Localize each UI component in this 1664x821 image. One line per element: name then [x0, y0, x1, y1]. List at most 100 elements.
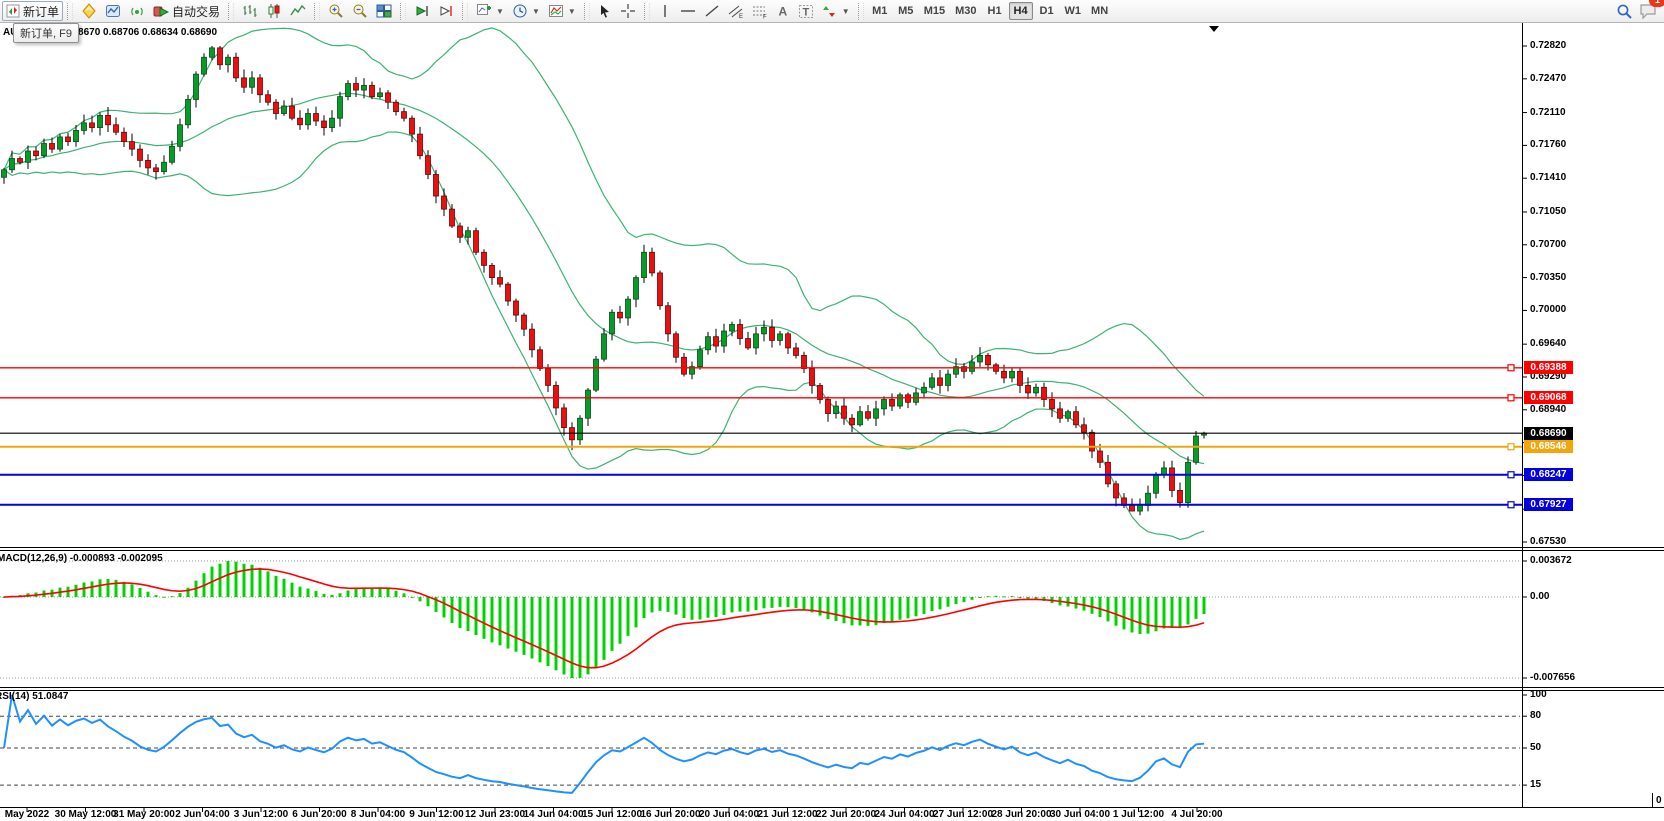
candle-down	[242, 78, 247, 87]
candle-down	[234, 57, 239, 78]
candle-up	[74, 130, 79, 141]
macd-histogram-bar	[1123, 597, 1126, 629]
candle-down	[530, 329, 535, 350]
macd-histogram-bar	[1203, 597, 1206, 614]
candle-down	[802, 355, 807, 368]
candle-down	[1018, 371, 1023, 385]
candle-down	[506, 284, 511, 301]
candle-up	[170, 146, 175, 162]
candle-down	[106, 115, 111, 124]
macd-histogram-bar	[515, 597, 518, 652]
candle-down	[290, 106, 295, 118]
macd-histogram-bar	[1003, 596, 1006, 597]
hline-endpoint-marker[interactable]	[1508, 502, 1514, 508]
macd-histogram-bar	[555, 597, 558, 670]
macd-histogram-bar	[307, 589, 310, 597]
candle-down	[682, 357, 687, 374]
candle-up	[834, 406, 839, 414]
candle-down	[674, 334, 679, 357]
macd-histogram-bar	[1187, 597, 1190, 624]
macd-histogram-bar	[827, 597, 830, 619]
candle-down	[122, 132, 127, 141]
candle-up	[762, 327, 767, 334]
macd-histogram-bar	[723, 597, 726, 615]
macd-histogram-bar	[971, 597, 974, 600]
macd-histogram-bar	[739, 597, 742, 612]
macd-histogram-bar	[355, 589, 358, 597]
hline-endpoint-marker[interactable]	[1508, 472, 1514, 478]
chart-shift-marker[interactable]	[1209, 26, 1219, 32]
candle-up	[946, 374, 951, 385]
macd-histogram-bar	[539, 597, 542, 662]
macd-histogram-bar	[451, 597, 454, 623]
candle-up	[594, 359, 599, 390]
candle-up	[930, 378, 935, 387]
macd-histogram-bar	[707, 597, 710, 618]
macd-histogram-bar	[635, 597, 638, 627]
candle-down	[154, 168, 159, 172]
chart-canvas[interactable]	[0, 0, 1664, 821]
candle-up	[338, 97, 343, 119]
macd-histogram-bar	[587, 597, 590, 674]
candle-down	[794, 348, 799, 356]
macd-histogram-bar	[283, 579, 286, 597]
candle-up	[98, 115, 103, 127]
macd-histogram-bar	[227, 561, 230, 597]
candle-up	[1162, 468, 1167, 475]
hline-endpoint-marker[interactable]	[1508, 395, 1514, 401]
macd-histogram-bar	[659, 597, 662, 611]
macd-histogram-bar	[1083, 597, 1086, 611]
candle-down	[1130, 505, 1135, 511]
candle-up	[1146, 493, 1151, 505]
candle-down	[562, 408, 567, 428]
macd-histogram-bar	[387, 589, 390, 597]
candle-down	[450, 209, 455, 226]
candle-up	[194, 74, 199, 99]
macd-histogram-bar	[787, 597, 790, 607]
macd-histogram-bar	[819, 597, 822, 616]
candle-up	[602, 334, 607, 359]
candle-up	[578, 418, 583, 440]
hline-endpoint-marker[interactable]	[1508, 365, 1514, 371]
candle-down	[90, 123, 95, 128]
macd-histogram-bar	[627, 597, 630, 636]
macd-histogram-bar	[675, 597, 678, 615]
candle-up	[874, 409, 879, 418]
candle-up	[610, 312, 615, 334]
candle-up	[58, 137, 63, 149]
macd-histogram-bar	[795, 597, 798, 608]
candle-up	[706, 337, 711, 350]
hline-endpoint-marker[interactable]	[1508, 444, 1514, 450]
candle-up	[346, 84, 351, 97]
macd-histogram-bar	[491, 597, 494, 642]
macd-histogram-bar	[395, 591, 398, 597]
candle-down	[402, 112, 407, 119]
candle-down	[354, 84, 359, 91]
macd-histogram-bar	[1171, 597, 1174, 628]
macd-histogram-bar	[75, 585, 78, 597]
macd-histogram-bar	[563, 597, 566, 674]
candle-up	[858, 412, 863, 425]
candle-up	[1138, 505, 1143, 511]
macd-histogram-bar	[843, 597, 846, 623]
candle-down	[826, 399, 831, 413]
candle-down	[746, 339, 751, 348]
macd-histogram-bar	[315, 591, 318, 597]
rsi-line	[4, 695, 1204, 793]
macd-histogram-bar	[683, 597, 686, 618]
macd-histogram-bar	[947, 597, 950, 607]
candle-up	[2, 170, 7, 178]
candle-down	[1090, 432, 1095, 451]
macd-histogram-bar	[1139, 597, 1142, 634]
candle-down	[770, 327, 775, 340]
candle-down	[522, 315, 527, 329]
chart-window: AUDUSD,H4 0.68670 0.68706 0.68634 0.6869…	[0, 23, 1664, 821]
macd-histogram-bar	[99, 579, 102, 597]
candle-down	[1170, 468, 1175, 491]
candle-up	[306, 114, 311, 125]
candle-up	[202, 57, 207, 74]
candle-down	[474, 231, 479, 253]
macd-histogram-bar	[603, 597, 606, 660]
macd-histogram-bar	[147, 592, 150, 597]
candle-down	[1058, 409, 1063, 418]
